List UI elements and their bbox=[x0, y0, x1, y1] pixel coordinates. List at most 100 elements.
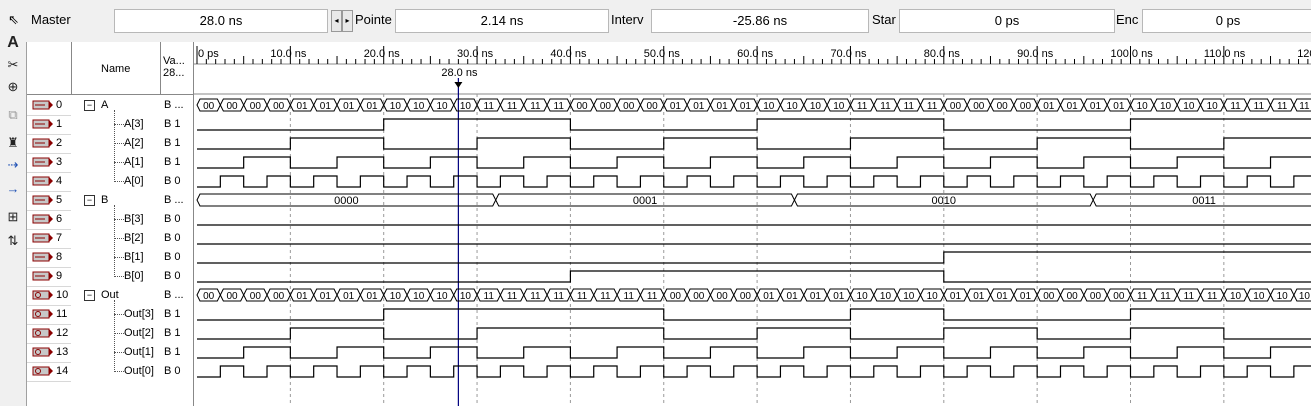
signal-value: B 1 bbox=[164, 118, 181, 130]
signal-name: B[0] bbox=[124, 270, 144, 282]
find-next-icon[interactable]: ⇢ bbox=[3, 156, 23, 174]
bus-value-label: 11 bbox=[1299, 101, 1310, 112]
end-field[interactable]: 0 ps bbox=[1142, 9, 1311, 33]
signal-row-b-1[interactable]: 8 B[1] B 0 bbox=[27, 248, 193, 268]
bus-value-label: 10 bbox=[390, 291, 402, 302]
signal-row-b-2[interactable]: 7 B[2] B 0 bbox=[27, 229, 193, 249]
timeline-tick-label: 80.0 ns bbox=[924, 48, 961, 60]
find-icon[interactable]: ♜ bbox=[3, 134, 23, 152]
bus-value-label: 11 bbox=[530, 291, 541, 302]
copy-icon[interactable]: ⧉ bbox=[3, 106, 23, 124]
waveform-editing-icon[interactable]: ✂ bbox=[3, 56, 23, 74]
replace-icon[interactable]: → bbox=[3, 180, 23, 198]
signal-row-out-2[interactable]: 12 Out[2] B 1 bbox=[27, 324, 193, 344]
name-column-header[interactable]: Name bbox=[72, 42, 161, 95]
collapse-group-icon[interactable]: − bbox=[84, 290, 95, 301]
master-time-decrement-button[interactable]: ◂ bbox=[331, 10, 342, 32]
bus-value-label: 00 bbox=[1020, 101, 1032, 112]
bus-value-label: 01 bbox=[740, 101, 752, 112]
signal-value: B 0 bbox=[164, 270, 181, 282]
signal-value: B ... bbox=[164, 194, 184, 206]
bus-value-label: 10 bbox=[460, 291, 472, 302]
signal-index-cell: 8 bbox=[27, 248, 71, 268]
bus-value-label: 11 bbox=[484, 101, 495, 112]
signal-row-out-0[interactable]: 14 Out[0] B 0 bbox=[27, 362, 193, 382]
bus-value-label: 11 bbox=[1230, 101, 1241, 112]
bus-value-label: 01 bbox=[670, 101, 682, 112]
tree-connector bbox=[114, 314, 124, 315]
bus-value-label: 10 bbox=[903, 291, 915, 302]
timeline-tick-label: 70.0 ns bbox=[830, 48, 867, 60]
sort-icon[interactable]: ⇅ bbox=[3, 232, 23, 250]
bus-value-label: 10 bbox=[1160, 101, 1172, 112]
text-tool-icon[interactable]: A bbox=[3, 34, 23, 52]
tree-connector bbox=[114, 124, 124, 125]
pointer-tool-icon[interactable]: ⇖ bbox=[8, 12, 19, 28]
signal-value: B 1 bbox=[164, 346, 181, 358]
pointer-time-field[interactable]: 2.14 ns bbox=[395, 9, 609, 33]
bus-value-label: 0001 bbox=[633, 195, 657, 207]
bus-value-label: 00 bbox=[273, 291, 285, 302]
timeline-tick-label: 60.0 ns bbox=[737, 48, 774, 60]
interval-label: Interv bbox=[611, 12, 644, 27]
signal-index-cell: 9 bbox=[27, 267, 71, 287]
master-time-field[interactable]: 28.0 ns bbox=[114, 9, 328, 33]
signal-index: 1 bbox=[56, 118, 63, 130]
bus-value-label: 01 bbox=[320, 291, 332, 302]
value-header-label: Va... bbox=[163, 55, 185, 67]
value-column-header[interactable]: Va... 28... bbox=[161, 42, 194, 95]
interval-field[interactable]: -25.86 ns bbox=[651, 9, 869, 33]
signal-value: B ... bbox=[164, 289, 184, 301]
signal-name: B[3] bbox=[124, 213, 144, 225]
signal-value: B ... bbox=[164, 99, 184, 111]
signal-waveform bbox=[197, 327, 1311, 340]
signal-index: 12 bbox=[56, 327, 69, 339]
signal-row-b-3[interactable]: 6 B[3] B 0 bbox=[27, 210, 193, 230]
bus-value-label: 10 bbox=[1230, 291, 1242, 302]
signal-row-a-3[interactable]: 1 A[3] B 1 bbox=[27, 115, 193, 135]
waveform-display[interactable]: 0 ps 10.0 ns 20.0 ns 30.0 ns 40.0 ns 50.0 ns 6… bbox=[194, 42, 1311, 406]
signal-row-a-0[interactable]: 4 A[0] B 0 bbox=[27, 172, 193, 192]
bus-value-label: 10 bbox=[1299, 291, 1311, 302]
signal-row-a-2[interactable]: 2 A[2] B 1 bbox=[27, 134, 193, 154]
bus-value-label: 01 bbox=[343, 101, 355, 112]
signal-index: 5 bbox=[56, 194, 63, 206]
signal-row-a-1[interactable]: 3 A[1] B 1 bbox=[27, 153, 193, 173]
bus-value-label: 10 bbox=[436, 291, 448, 302]
signal-name: A[1] bbox=[124, 156, 144, 168]
signal-row-out-3[interactable]: 11 Out[3] B 1 bbox=[27, 305, 193, 325]
input-pin-icon bbox=[32, 176, 53, 186]
collapse-group-icon[interactable]: − bbox=[84, 195, 95, 206]
zoom-icon[interactable]: ⊕ bbox=[3, 78, 23, 96]
signal-name: Out[0] bbox=[124, 365, 154, 377]
signal-index-cell: 12 bbox=[27, 324, 71, 344]
signal-row-b-0[interactable]: 9 B[0] B 0 bbox=[27, 267, 193, 287]
bus-value-label: 11 bbox=[1277, 101, 1288, 112]
bus-value-label: 00 bbox=[600, 101, 612, 112]
signal-index: 2 bbox=[56, 137, 63, 149]
bus-value-label: 0011 bbox=[1192, 195, 1216, 207]
signal-row-a[interactable]: 0 − A B ... bbox=[27, 96, 193, 116]
bus-value-label: 01 bbox=[833, 291, 845, 302]
timeline-tick-label: 90.0 ns bbox=[1017, 48, 1054, 60]
bus-value-label: 00 bbox=[226, 101, 238, 112]
output-pin-icon bbox=[32, 309, 53, 319]
bus-value-label: 01 bbox=[1113, 101, 1125, 112]
bus-value-label: 10 bbox=[857, 291, 869, 302]
signal-name: B bbox=[101, 194, 109, 206]
signal-row-out[interactable]: 10 − Out B ... bbox=[27, 286, 193, 306]
bus-value-label: 00 bbox=[740, 291, 752, 302]
signal-row-b[interactable]: 5 − B B ... bbox=[27, 191, 193, 211]
signal-name: A[2] bbox=[124, 137, 144, 149]
signal-row-out-1[interactable]: 13 Out[1] B 1 bbox=[27, 343, 193, 363]
bus-value-label: 00 bbox=[997, 101, 1009, 112]
bus-value-label: 01 bbox=[787, 291, 799, 302]
master-time-increment-button[interactable]: ▸ bbox=[342, 10, 353, 32]
start-field[interactable]: 0 ps bbox=[899, 9, 1115, 33]
bus-value-label: 10 bbox=[1277, 291, 1289, 302]
bus-value-label: 00 bbox=[1067, 291, 1079, 302]
bus-value-label: 10 bbox=[833, 101, 845, 112]
group-icon[interactable]: ⊞ bbox=[3, 208, 23, 226]
timeline-tick-label: 20.0 ns bbox=[364, 48, 401, 60]
collapse-group-icon[interactable]: − bbox=[84, 100, 95, 111]
